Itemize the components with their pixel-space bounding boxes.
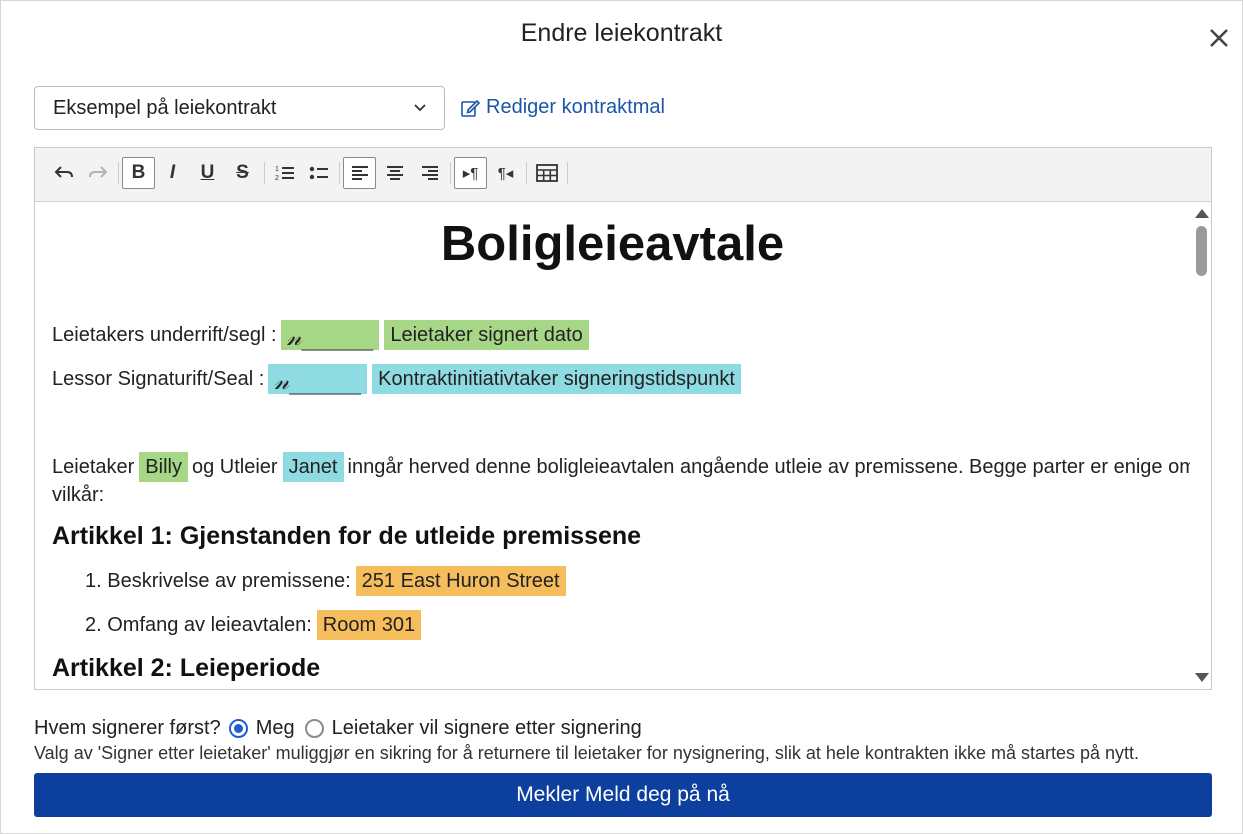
svg-text:2: 2 — [275, 175, 279, 182]
svg-text:1: 1 — [275, 166, 279, 173]
article-2-heading: Artikkel 2: Leieperiode — [52, 654, 321, 682]
lease-scope-field[interactable]: Room 301 — [316, 610, 422, 640]
chevron-down-icon — [414, 104, 426, 112]
radio-tenant-after-label[interactable]: Leietaker vil signere etter signering — [332, 717, 642, 740]
item-2-label: 2. Omfang av leieavtalen: — [85, 613, 312, 636]
toolbar-divider — [450, 162, 451, 184]
redo-button[interactable] — [81, 157, 114, 189]
tenant-signed-date-field[interactable]: Leietaker signert dato — [384, 320, 589, 350]
intro-prefix: Leietaker — [52, 455, 135, 478]
underline-button[interactable]: U — [191, 157, 224, 189]
scroll-up-arrow-icon[interactable] — [1195, 209, 1209, 218]
intro-suffix-line2: vilkår: — [52, 484, 105, 506]
radio-me-label[interactable]: Meg — [256, 717, 295, 740]
edit-contract-dialog: Endre leiekontrakt Eksempel på leiekontr… — [0, 0, 1243, 834]
ltr-button[interactable]: ▸¶ — [454, 157, 487, 189]
landlord-name-field[interactable]: Janet — [282, 452, 344, 482]
lessor-signature-line: Lessor Signaturift/Seal : 𝓃______ Kontra… — [52, 364, 741, 394]
bullet-list-button[interactable] — [302, 157, 335, 189]
close-icon — [1210, 29, 1228, 47]
edit-template-label: Rediger kontraktmal — [486, 96, 665, 118]
dialog-title: Endre leiekontrakt — [520, 19, 723, 47]
table-icon — [535, 164, 558, 182]
undo-icon — [54, 166, 73, 178]
article-1-item-2: 2. Omfang av leieavtalen: Room 301 — [85, 610, 422, 640]
article-1-heading: Artikkel 1: Gjenstanden for de utleide p… — [52, 522, 642, 550]
strikethrough-button[interactable]: S — [226, 157, 259, 189]
ordered-list-icon: 1 2 — [275, 166, 294, 182]
intro-paragraph: Leietaker Billy og Utleier Janet inngår … — [52, 452, 1190, 482]
signer-order-row: Hvem signerer først? Meg Leietaker vil s… — [34, 717, 642, 740]
ordered-list-button[interactable]: 1 2 — [268, 157, 301, 189]
toolbar-divider — [339, 162, 340, 184]
scroll-down-arrow-icon[interactable] — [1195, 673, 1209, 682]
intro-suffix: inngår herved denne boligleieavtalen ang… — [347, 455, 1191, 478]
edit-icon — [461, 99, 480, 117]
align-center-button[interactable] — [378, 157, 411, 189]
bold-icon: B — [131, 162, 146, 183]
lessor-signature-label: Lessor Signaturift/Seal : — [52, 367, 265, 390]
underline-icon: U — [200, 162, 215, 183]
contract-editor: B I U S 1 2 ▸¶ ¶◂ Boligleieavtale Leieta… — [34, 147, 1212, 690]
lessor-signature-field[interactable]: 𝓃______ — [268, 364, 368, 394]
contract-template-select[interactable]: Eksempel på leiekontrakt — [34, 86, 445, 130]
document-content[interactable]: Boligleieavtale Leietakers underrift/seg… — [35, 202, 1190, 689]
rtl-icon: ¶◂ — [497, 165, 514, 182]
align-right-icon — [421, 166, 438, 180]
editor-toolbar: B I U S 1 2 ▸¶ ¶◂ — [35, 148, 1211, 202]
edit-template-link[interactable]: Rediger kontraktmal — [460, 96, 665, 119]
tenant-signature-line: Leietakers underrift/segl : 𝓃______ Leie… — [52, 320, 589, 350]
tenant-signature-field[interactable]: 𝓃______ — [280, 320, 380, 350]
radio-tenant-after[interactable] — [304, 719, 324, 738]
intro-middle: og Utleier — [191, 455, 278, 478]
signer-question: Hvem signerer først? — [34, 717, 221, 739]
align-left-button[interactable] — [343, 157, 376, 189]
item-1-label: 1. Beskrivelse av premissene: — [85, 569, 351, 592]
broker-signup-button[interactable]: Mekler Meld deg på nå — [34, 773, 1212, 817]
toolbar-divider — [118, 162, 119, 184]
tenant-signature-label: Leietakers underrift/segl : — [52, 323, 277, 346]
template-select-value: Eksempel på leiekontrakt — [53, 96, 277, 119]
align-center-icon — [386, 166, 403, 180]
ltr-icon: ▸¶ — [462, 165, 479, 182]
property-description-field[interactable]: 251 East Huron Street — [355, 566, 566, 596]
toolbar-divider — [264, 162, 265, 184]
close-button[interactable] — [1204, 23, 1234, 53]
document-title: Boligleieavtale — [440, 217, 785, 271]
align-left-icon — [351, 166, 368, 180]
toolbar-divider — [567, 162, 568, 184]
italic-icon: I — [169, 162, 176, 183]
signer-hint: Valg av 'Signer etter leietaker' muliggj… — [34, 743, 1140, 763]
bold-button[interactable]: B — [122, 157, 155, 189]
redo-icon — [88, 166, 107, 178]
undo-button[interactable] — [47, 157, 80, 189]
initiator-signing-time-field[interactable]: Kontraktinitiativtaker signeringstidspun… — [372, 364, 741, 394]
toolbar-divider — [526, 162, 527, 184]
article-1-item-1: 1. Beskrivelse av premissene: 251 East H… — [85, 566, 566, 596]
editor-scrollbar[interactable] — [1191, 202, 1211, 689]
rtl-button[interactable]: ¶◂ — [489, 157, 522, 189]
italic-button[interactable]: I — [156, 157, 189, 189]
bullet-list-icon — [309, 166, 328, 180]
intro-paragraph-line2: vilkår: — [52, 484, 104, 507]
tenant-name-field[interactable]: Billy — [139, 452, 188, 482]
strikethrough-icon: S — [236, 162, 249, 183]
scroll-thumb[interactable] — [1196, 226, 1207, 276]
table-button[interactable] — [530, 157, 563, 189]
radio-me[interactable] — [228, 719, 248, 738]
align-right-button[interactable] — [413, 157, 446, 189]
